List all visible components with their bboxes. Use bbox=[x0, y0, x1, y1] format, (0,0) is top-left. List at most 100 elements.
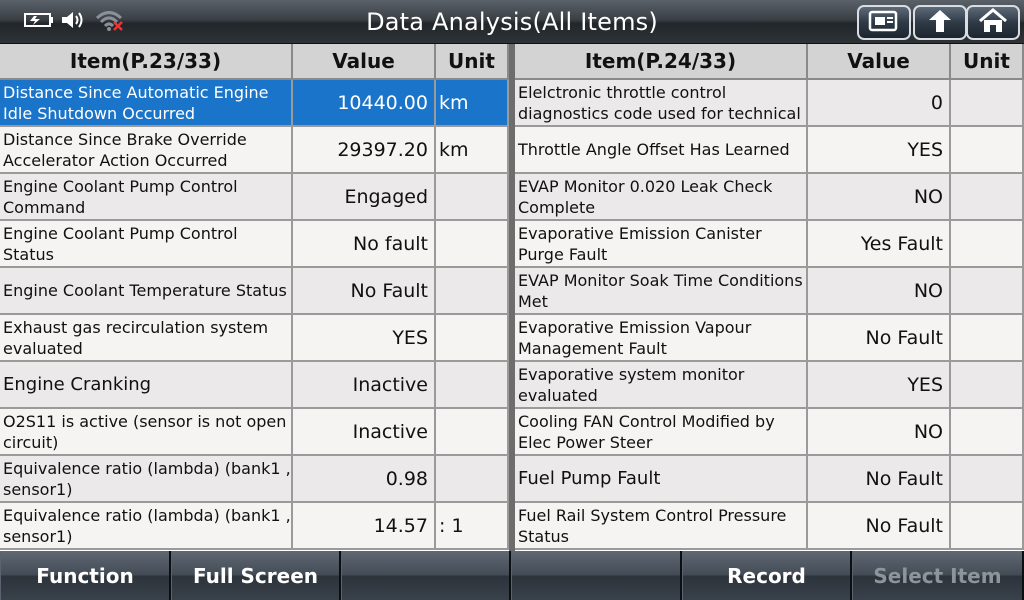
item-unit bbox=[436, 362, 509, 409]
item-unit bbox=[951, 362, 1024, 409]
item-unit bbox=[436, 456, 509, 503]
item-value: Yes Fault bbox=[808, 221, 951, 268]
item-unit bbox=[951, 80, 1024, 127]
item-name: EVAP Monitor Soak Time Conditions Met bbox=[515, 268, 808, 315]
table-row[interactable]: Fuel Rail System Control Pressure Status… bbox=[515, 503, 1024, 550]
item-unit: km bbox=[436, 80, 509, 127]
item-unit bbox=[951, 315, 1024, 362]
up-arrow-icon bbox=[926, 8, 954, 38]
item-name: Evaporative Emission Vapour Management F… bbox=[515, 315, 808, 362]
item-value: No Fault bbox=[293, 268, 436, 315]
empty-button-2 bbox=[511, 551, 682, 600]
item-unit bbox=[951, 503, 1024, 550]
item-value: Engaged bbox=[293, 174, 436, 221]
item-value: 10440.00 bbox=[293, 80, 436, 127]
item-value: 0 bbox=[808, 80, 951, 127]
item-name: O2S11 is active (sensor is not open circ… bbox=[0, 409, 293, 456]
table-row[interactable]: Evaporative system monitor evaluated YES bbox=[515, 362, 1024, 409]
item-name: Equivalence ratio (lambda) (bank1 , sens… bbox=[0, 503, 293, 550]
item-name: Fuel Rail System Control Pressure Status bbox=[515, 503, 808, 550]
item-name: Engine Coolant Pump Control Status bbox=[0, 221, 293, 268]
item-unit bbox=[951, 456, 1024, 503]
item-unit bbox=[951, 174, 1024, 221]
column-item: Item(P.23/33) bbox=[0, 44, 293, 80]
screenshot-button[interactable] bbox=[857, 5, 911, 40]
back-button[interactable] bbox=[913, 5, 967, 40]
item-unit bbox=[951, 409, 1024, 456]
table-row[interactable]: EVAP Monitor Soak Time Conditions Met NO bbox=[515, 268, 1024, 315]
item-value: No Fault bbox=[808, 503, 951, 550]
table-row[interactable]: Equivalence ratio (lambda) (bank1 , sens… bbox=[0, 456, 509, 503]
item-value: 14.57 bbox=[293, 503, 436, 550]
function-button[interactable]: Function bbox=[0, 551, 171, 600]
item-value: 29397.20 bbox=[293, 127, 436, 174]
item-name: Elelctronic throttle control diagnostics… bbox=[515, 80, 808, 127]
item-value: YES bbox=[808, 362, 951, 409]
table-row[interactable]: Evaporative Emission Canister Purge Faul… bbox=[515, 221, 1024, 268]
item-value: No Fault bbox=[808, 315, 951, 362]
column-value: Value bbox=[808, 44, 951, 80]
item-value: Inactive bbox=[293, 409, 436, 456]
screenshot-icon bbox=[868, 9, 900, 37]
item-value: 0.98 bbox=[293, 456, 436, 503]
title-bar: Data Analysis(All Items) bbox=[0, 0, 1024, 44]
item-unit: km bbox=[436, 127, 509, 174]
item-name: Cooling FAN Control Modified by Elec Pow… bbox=[515, 409, 808, 456]
item-unit bbox=[436, 221, 509, 268]
item-name: Exhaust gas recirculation system evaluat… bbox=[0, 315, 293, 362]
item-unit bbox=[436, 409, 509, 456]
table-row[interactable]: Equivalence ratio (lambda) (bank1 , sens… bbox=[0, 503, 509, 550]
table-row[interactable]: Elelctronic throttle control diagnostics… bbox=[515, 80, 1024, 127]
item-name: Distance Since Brake Override Accelerato… bbox=[0, 127, 293, 174]
table-row[interactable]: Exhaust gas recirculation system evaluat… bbox=[0, 315, 509, 362]
table-divider bbox=[509, 44, 515, 551]
item-value: NO bbox=[808, 268, 951, 315]
item-name: Evaporative Emission Canister Purge Faul… bbox=[515, 221, 808, 268]
item-value: No fault bbox=[293, 221, 436, 268]
table-row[interactable]: Fuel Pump Fault No Fault bbox=[515, 456, 1024, 503]
item-value: NO bbox=[808, 409, 951, 456]
left-table-header: Item(P.23/33) Value Unit bbox=[0, 44, 509, 80]
table-row[interactable]: O2S11 is active (sensor is not open circ… bbox=[0, 409, 509, 456]
table-row[interactable]: Cooling FAN Control Modified by Elec Pow… bbox=[515, 409, 1024, 456]
item-value: Inactive bbox=[293, 362, 436, 409]
table-row[interactable]: Engine Coolant Temperature Status No Faul… bbox=[0, 268, 509, 315]
item-name: Engine Coolant Temperature Status bbox=[0, 268, 293, 315]
item-unit bbox=[436, 174, 509, 221]
column-value: Value bbox=[293, 44, 436, 80]
table-row[interactable]: Distance Since Brake Override Accelerato… bbox=[0, 127, 509, 174]
item-value: YES bbox=[808, 127, 951, 174]
item-unit bbox=[951, 221, 1024, 268]
item-unit: : 1 bbox=[436, 503, 509, 550]
item-value: NO bbox=[808, 174, 951, 221]
empty-button-1 bbox=[341, 551, 511, 600]
item-name: Engine Cranking bbox=[0, 362, 293, 409]
table-row[interactable]: Evaporative Emission Vapour Management F… bbox=[515, 315, 1024, 362]
item-name: EVAP Monitor 0.020 Leak Check Complete bbox=[515, 174, 808, 221]
item-name: Throttle Angle Offset Has Learned bbox=[515, 127, 808, 174]
item-name: Engine Coolant Pump Control Command bbox=[0, 174, 293, 221]
home-icon bbox=[978, 7, 1008, 38]
full-screen-button[interactable]: Full Screen bbox=[171, 551, 341, 600]
home-button[interactable] bbox=[966, 5, 1020, 40]
table-row[interactable]: Engine Coolant Pump Control Status No fau… bbox=[0, 221, 509, 268]
table-row[interactable]: Throttle Angle Offset Has Learned YES bbox=[515, 127, 1024, 174]
record-button[interactable]: Record bbox=[682, 551, 852, 600]
item-name: Equivalence ratio (lambda) (bank1 , sens… bbox=[0, 456, 293, 503]
bottom-toolbar: Function Full Screen Record Select Item bbox=[0, 551, 1024, 600]
item-name: Distance Since Automatic Engine Idle Shu… bbox=[0, 80, 293, 127]
table-row[interactable]: Engine Cranking Inactive bbox=[0, 362, 509, 409]
item-value: No Fault bbox=[808, 456, 951, 503]
select-item-button[interactable]: Select Item bbox=[852, 551, 1024, 600]
column-item: Item(P.24/33) bbox=[515, 44, 808, 80]
item-unit bbox=[436, 268, 509, 315]
left-table: Item(P.23/33) Value Unit Distance Since … bbox=[0, 44, 509, 551]
right-table: Item(P.24/33) Value Unit Elelctronic thr… bbox=[515, 44, 1024, 551]
table-row[interactable]: Engine Coolant Pump Control Command Engag… bbox=[0, 174, 509, 221]
table-row[interactable]: EVAP Monitor 0.020 Leak Check Complete NO bbox=[515, 174, 1024, 221]
column-unit: Unit bbox=[436, 44, 509, 80]
item-unit bbox=[951, 127, 1024, 174]
item-unit bbox=[951, 268, 1024, 315]
item-name: Fuel Pump Fault bbox=[515, 456, 808, 503]
table-row[interactable]: Distance Since Automatic Engine Idle Shu… bbox=[0, 80, 509, 127]
